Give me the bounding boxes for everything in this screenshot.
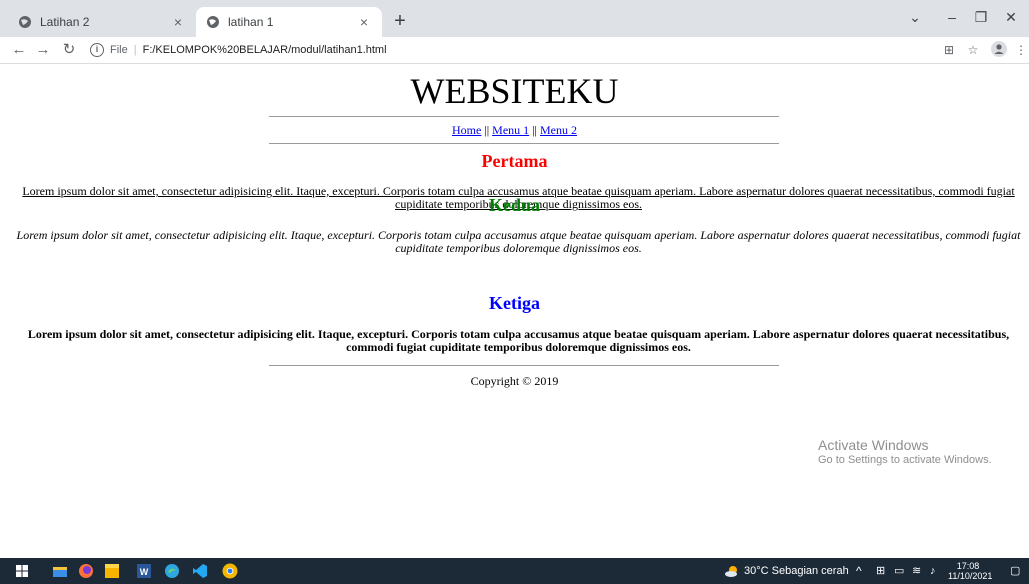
nav-menu: Home || Menu 1 || Menu 2 bbox=[0, 123, 1029, 137]
section-text-ketiga: Lorem ipsum dolor sit amet, consectetur … bbox=[27, 327, 1010, 354]
volume-icon[interactable]: ♪ bbox=[930, 558, 936, 584]
network-icon[interactable]: ⊞ bbox=[876, 558, 885, 584]
word-icon[interactable]: W bbox=[136, 563, 152, 579]
forward-arrow-icon[interactable]: → bbox=[32, 39, 54, 61]
copyright-text: Copyright © 2019 bbox=[470, 374, 559, 388]
tab-label: latihan 1 bbox=[228, 15, 274, 29]
translate-icon[interactable]: ⊞ bbox=[940, 41, 958, 59]
browser-toolbar: ← → ↻ i File | F:/KELOMPOK%20BELAJAR/mod… bbox=[0, 37, 1029, 64]
address-bar[interactable]: i File | F:/KELOMPOK%20BELAJAR/modul/lat… bbox=[90, 40, 930, 60]
battery-icon[interactable]: ▭ bbox=[894, 558, 904, 584]
globe-icon bbox=[19, 16, 31, 28]
divider bbox=[269, 365, 779, 366]
nav-separator: || bbox=[532, 123, 537, 137]
minimize-button[interactable]: – bbox=[937, 5, 967, 29]
url-path: F:/KELOMPOK%20BELAJAR/modul/latihan1.htm… bbox=[142, 44, 387, 56]
nav-link-home[interactable]: Home bbox=[452, 123, 481, 137]
edge-icon[interactable] bbox=[164, 563, 180, 579]
svg-text:W: W bbox=[140, 567, 149, 577]
tab-close-icon[interactable]: × bbox=[170, 14, 186, 30]
wifi-icon[interactable]: ≋ bbox=[912, 558, 921, 584]
windows-start-icon[interactable] bbox=[14, 563, 30, 579]
nav-link-menu-1[interactable]: Menu 1 bbox=[492, 123, 529, 137]
chrome-icon[interactable] bbox=[222, 563, 238, 579]
url-scheme: File bbox=[110, 44, 128, 56]
new-tab-button[interactable]: + bbox=[387, 9, 413, 35]
tab-search-dropdown-icon[interactable]: ⌄ bbox=[900, 5, 930, 29]
close-window-button[interactable]: ✕ bbox=[996, 5, 1026, 29]
sticky-notes-icon[interactable] bbox=[104, 563, 120, 579]
clock-time: 17:08 bbox=[956, 561, 980, 571]
section-heading-ketiga: Ketiga bbox=[489, 293, 540, 313]
bookmark-star-icon[interactable]: ☆ bbox=[964, 41, 982, 59]
back-arrow-icon[interactable]: ← bbox=[8, 39, 30, 61]
globe-icon bbox=[207, 16, 219, 28]
url-separator: | bbox=[133, 44, 137, 56]
page-title: WEBSITEKU bbox=[410, 71, 619, 111]
divider bbox=[269, 116, 779, 117]
info-icon[interactable]: i bbox=[90, 43, 104, 57]
web-page: WEBSITEKU Home || Menu 1 || Menu 2 Perta… bbox=[0, 64, 1029, 558]
divider bbox=[269, 143, 779, 144]
profile-avatar-icon[interactable] bbox=[990, 41, 1008, 59]
system-clock[interactable]: 17:08 11/10/2021 bbox=[948, 561, 993, 581]
firefox-icon[interactable] bbox=[78, 563, 94, 579]
windows-taskbar: W 30°C Sebagian cerah ^ ⊞ ▭ ≋ ♪ 17:08 11… bbox=[0, 558, 1029, 584]
chevron-up-icon[interactable]: ^ bbox=[856, 558, 862, 584]
reload-icon[interactable]: ↻ bbox=[58, 39, 80, 61]
section-text-kedua: Lorem ipsum dolor sit amet, consectetur … bbox=[16, 228, 1021, 255]
restore-button[interactable]: ❐ bbox=[966, 5, 996, 29]
activate-windows-watermark: Activate Windows Go to Settings to activ… bbox=[818, 437, 992, 468]
weather-sun-cloud-icon[interactable] bbox=[724, 563, 740, 579]
clock-date: 11/10/2021 bbox=[948, 571, 993, 581]
tab-latihan-2[interactable]: Latihan 2 × bbox=[8, 7, 196, 37]
watermark-subtitle: Go to Settings to activate Windows. bbox=[818, 454, 992, 466]
tab-latihan-1[interactable]: latihan 1 × bbox=[196, 7, 382, 37]
tab-label: Latihan 2 bbox=[40, 15, 90, 29]
tab-strip: Latihan 2 × latihan 1 × + ⌄ – ❐ ✕ bbox=[0, 0, 1029, 37]
browser-menu-icon[interactable]: ⋮ bbox=[1012, 41, 1029, 59]
watermark-title: Activate Windows bbox=[818, 437, 929, 453]
vscode-icon[interactable] bbox=[192, 563, 208, 579]
nav-separator: || bbox=[484, 123, 490, 137]
section-heading-kedua: Kedua bbox=[488, 195, 540, 215]
tab-close-icon[interactable]: × bbox=[356, 14, 372, 30]
weather-text[interactable]: 30°C Sebagian cerah bbox=[744, 558, 849, 584]
notification-icon[interactable]: ▢ bbox=[1010, 558, 1020, 584]
nav-link-menu-2[interactable]: Menu 2 bbox=[540, 123, 577, 137]
file-explorer-icon[interactable] bbox=[52, 563, 68, 579]
section-heading-pertama: Pertama bbox=[481, 151, 548, 171]
